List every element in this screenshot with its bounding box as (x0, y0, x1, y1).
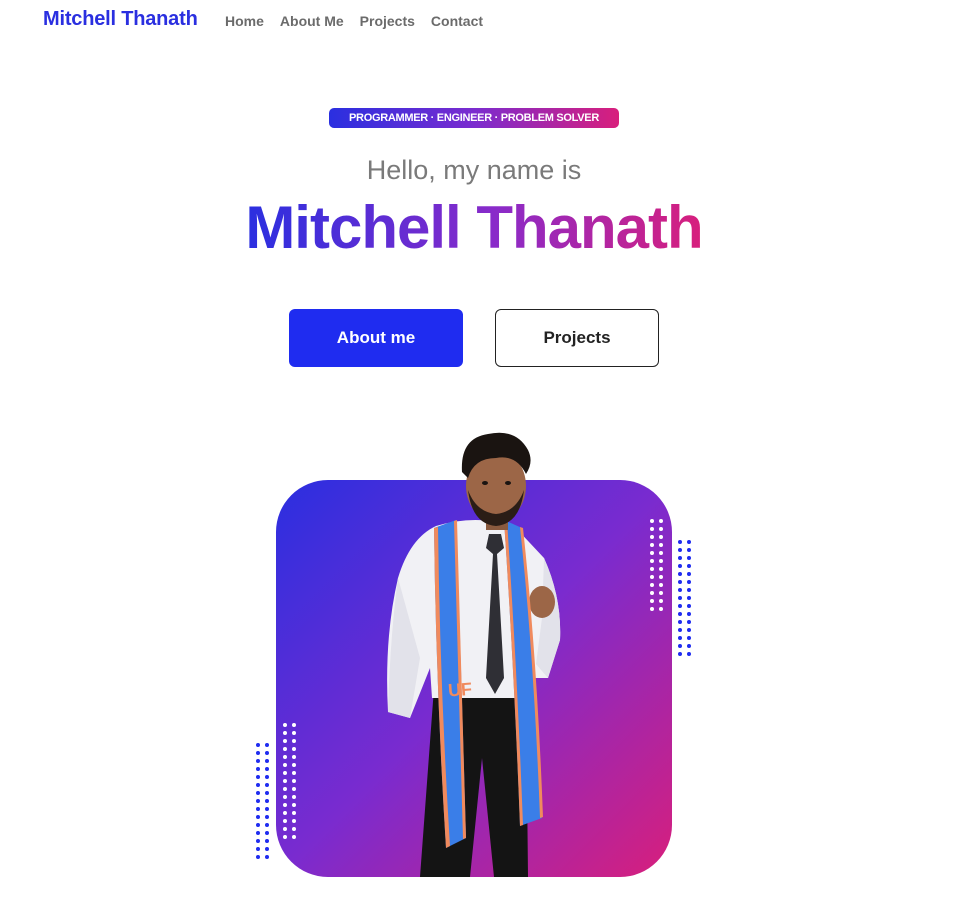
nav-link-projects[interactable]: Projects (360, 13, 415, 29)
portrait-photo: UF (387, 432, 561, 877)
hero-name-text: Mitchell Thanath (245, 194, 703, 261)
dot-pattern-top-white (650, 519, 663, 611)
dot-pattern-top-blue (678, 540, 691, 656)
tagline-badge: PROGRAMMER · ENGINEER · PROBLEM SOLVER (329, 108, 619, 128)
nav-link-about[interactable]: About Me (280, 13, 344, 29)
nav-link-contact[interactable]: Contact (431, 13, 483, 29)
projects-button[interactable]: Projects (495, 309, 659, 367)
about-me-button[interactable]: About me (289, 309, 463, 367)
dot-pattern-bottom-white (283, 723, 296, 839)
hero-name: Mitchell Thanath (0, 190, 948, 266)
brand-logo[interactable]: Mitchell Thanath (43, 8, 198, 31)
dot-pattern-bottom-blue (256, 743, 269, 859)
uf-logo: UF (447, 679, 472, 701)
greeting-text: Hello, my name is (366, 155, 582, 185)
nav-links: Home About Me Projects Contact (225, 13, 483, 29)
top-nav: Mitchell Thanath Home About Me Projects … (0, 0, 965, 42)
nav-link-home[interactable]: Home (225, 13, 264, 29)
